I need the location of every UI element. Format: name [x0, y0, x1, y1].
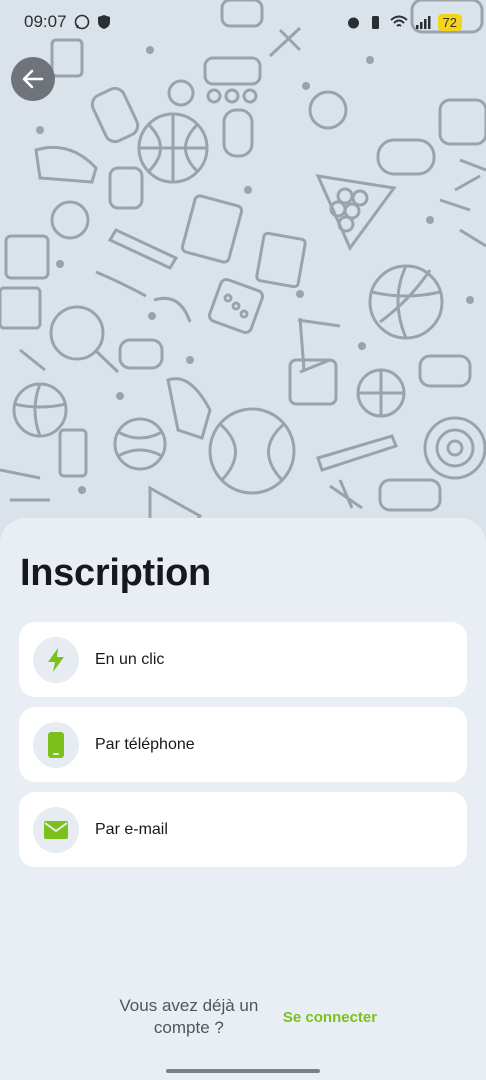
signup-email-button[interactable]: Par e-mail: [19, 792, 467, 867]
status-bar-left: 09:07: [24, 12, 111, 32]
phone-icon: [48, 731, 64, 758]
battery-level: 72: [437, 13, 462, 31]
signal-icon: [415, 15, 431, 29]
back-button[interactable]: [11, 57, 55, 101]
alarm-icon: [347, 17, 359, 28]
signup-sheet: Inscription En un clic Par téléphone Par…: [0, 518, 486, 1080]
option-icon-circle: [33, 636, 79, 683]
option-icon-circle: [33, 806, 79, 853]
sports-pattern-illustration: [0, 0, 486, 532]
shield-icon: [97, 15, 110, 29]
status-time: 09:07: [24, 12, 67, 31]
whatsapp-icon: [74, 14, 89, 30]
lightning-icon: [48, 647, 64, 672]
home-indicator[interactable]: [166, 1069, 320, 1073]
login-prompt: Vous avez déjà un compte ? Se connecter: [0, 995, 486, 1039]
option-label: Par téléphone: [95, 735, 195, 753]
login-link[interactable]: Se connecter: [283, 1009, 377, 1026]
signup-phone-button[interactable]: Par téléphone: [19, 707, 467, 782]
sports-pattern-header: 09:07 72: [0, 0, 486, 560]
mail-icon: [44, 820, 68, 839]
wifi-icon: [389, 15, 408, 27]
status-bar: 09:07 72: [0, 0, 486, 44]
signup-one-click-button[interactable]: En un clic: [19, 622, 467, 697]
page-title: Inscription: [20, 552, 211, 594]
vibrate-icon: [371, 15, 379, 29]
option-icon-circle: [33, 721, 79, 768]
option-label: En un clic: [95, 650, 165, 668]
arrow-left-icon: [22, 69, 44, 89]
option-label: Par e-mail: [95, 820, 168, 838]
status-bar-right: 72: [346, 13, 462, 31]
login-question: Vous avez déjà un compte ?: [119, 996, 259, 1037]
